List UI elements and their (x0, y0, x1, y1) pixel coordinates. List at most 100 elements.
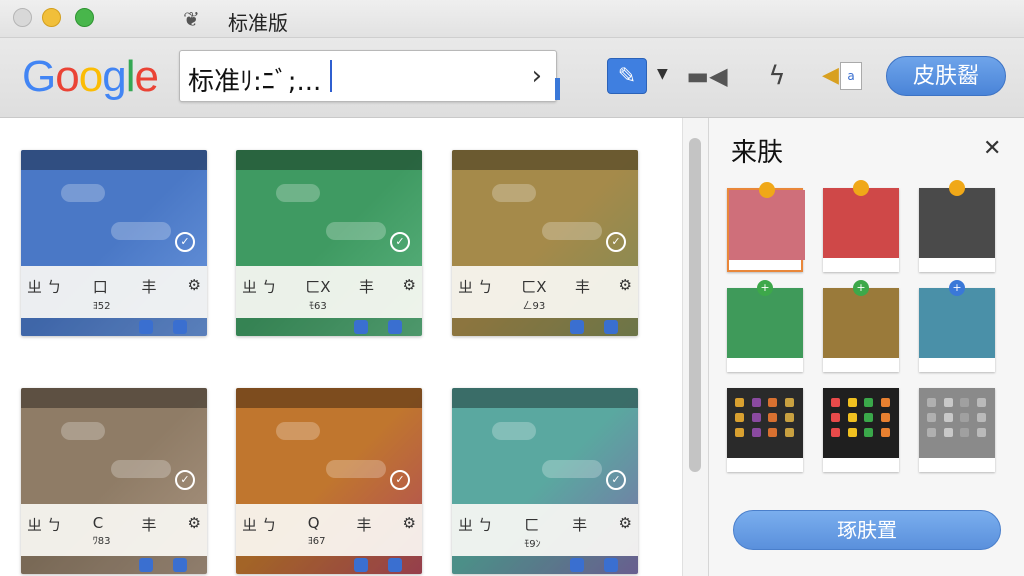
cloud-shape (492, 184, 536, 202)
app-dot (735, 413, 744, 422)
mini-key-icon (570, 320, 584, 334)
key-subtext: ㄥ93 (522, 301, 546, 312)
minimize-window-button[interactable] (42, 8, 61, 27)
camera-icon[interactable]: ▬◀ (686, 58, 728, 94)
mini-key-icon (139, 558, 153, 572)
icon-grid (735, 398, 795, 437)
close-window-button[interactable] (13, 8, 32, 27)
skin-button[interactable]: 皮肤䶛 (886, 56, 1006, 96)
key-glyph: 丰 (356, 516, 372, 534)
key-glyph: 口ﾖ52 (92, 278, 111, 312)
mini-key-icon (388, 320, 402, 334)
key-subtext: ﾖ67 (307, 536, 326, 547)
thumbnail-image (823, 288, 899, 358)
app-dot (735, 428, 744, 437)
status-badge (949, 180, 965, 196)
skin-thumbnail[interactable] (919, 180, 995, 272)
maximize-window-button[interactable] (75, 8, 94, 27)
tile-header (236, 150, 422, 170)
app-dot (784, 428, 794, 437)
title-bar: ❦ 标准版 (0, 0, 1024, 38)
key-subtext: ﾓ9ﾝ (524, 539, 541, 550)
scrollbar-thumb[interactable] (689, 138, 701, 472)
app-dot (751, 398, 761, 407)
app-dot (927, 398, 936, 407)
close-icon[interactable]: ✕ (983, 136, 1001, 161)
mini-key-icon (354, 558, 368, 572)
chevron-down-icon[interactable]: ▼ (657, 66, 668, 82)
keyboard-preview: ㄓ ㄅ C ﾜ83 丰 ⚙ (21, 504, 207, 556)
key-glyph: 丰 (359, 278, 375, 296)
pen-tool-button[interactable]: ✎ (607, 58, 647, 94)
cloud-shape (61, 422, 105, 440)
key-glyph: ㄓ ㄅ (458, 278, 493, 296)
key-glyph: ㄈX ㄥ93 (521, 278, 547, 312)
badge-icon: ✓ (606, 232, 626, 252)
app-dot (976, 398, 986, 407)
skin-tile[interactable]: ✓ ㄓ ㄅ C ﾜ83 丰 ⚙ (21, 388, 207, 574)
tile-header (21, 388, 207, 408)
search-input[interactable]: 标准ﾘ:ﾆﾞ;... › (179, 50, 557, 102)
icon-grid (927, 398, 987, 437)
skin-tile[interactable]: ✓ ㄓ ㄅ 口ﾖ52 丰 ⚙ (21, 150, 207, 336)
app-dot (943, 398, 953, 407)
skin-thumbnail[interactable]: + (823, 280, 899, 372)
chevron-right-icon[interactable]: › (532, 61, 542, 91)
arrow-left-icon: ◀ (822, 63, 839, 88)
app-dot (768, 398, 777, 407)
cloud-shape (542, 222, 602, 240)
skin-thumbnail[interactable] (727, 182, 805, 272)
share-button[interactable]: ◀ a (822, 58, 866, 94)
key-glyph: ㄓ ㄅ (27, 516, 62, 534)
skin-tile[interactable]: ✓ ㄓ ㄅ ㄈﾓ9ﾝ 丰 ⚙ (452, 388, 638, 574)
app-dot (960, 413, 969, 422)
skin-thumbnail[interactable] (919, 388, 995, 472)
key-glyph: 丰 (572, 516, 588, 534)
lightning-icon[interactable]: ϟ (760, 58, 794, 94)
cloud-shape (61, 184, 105, 202)
thumbnail-image (919, 388, 995, 458)
app-dot (864, 413, 873, 422)
key-glyph: ㄈﾓ9ﾝ (524, 516, 541, 550)
key-glyph: ⚙ (618, 276, 632, 294)
document-icon: a (840, 62, 862, 90)
mini-key-icon (173, 320, 187, 334)
apply-skin-button[interactable]: 琢肤置 (733, 510, 1001, 550)
app-dot (847, 428, 857, 437)
skin-thumbnail[interactable]: + (919, 280, 995, 372)
logo-letter: o (78, 52, 104, 101)
app-dot (784, 398, 794, 407)
cloud-shape (111, 222, 171, 240)
key-subtext: ﾖ52 (92, 301, 111, 312)
mini-key-icon (173, 558, 187, 572)
skin-thumbnail[interactable]: + (727, 280, 803, 372)
key-glyph: ㄈX ﾓ63 (305, 278, 331, 312)
icon-grid (831, 398, 891, 437)
skin-tile[interactable]: ✓ ㄓ ㄅ ㄈX ㄥ93 丰 ⚙ (452, 150, 638, 336)
cloud-shape (326, 222, 386, 240)
skin-tile[interactable]: ✓ ㄓ ㄅ ㄈX ﾓ63 丰 ⚙ (236, 150, 422, 336)
tile-header (452, 150, 638, 170)
panel-title: 来肤 (731, 138, 784, 168)
badge-icon: ✓ (606, 470, 626, 490)
status-badge (759, 182, 775, 198)
skin-tile[interactable]: ✓ ㄓ ㄅ Q ﾖ67 丰 ⚙ (236, 388, 422, 574)
tile-header (236, 388, 422, 408)
mini-key-icon (604, 558, 618, 572)
status-badge (853, 180, 869, 196)
skin-thumbnail[interactable] (823, 388, 899, 472)
key-glyph: 丰 (575, 278, 591, 296)
mini-key-icon (354, 320, 368, 334)
app-dot (880, 398, 890, 407)
skin-thumbnail[interactable] (823, 180, 899, 272)
app-dot (960, 428, 969, 437)
keyboard-preview: ㄓ ㄅ ㄈX ㄥ93 丰 ⚙ (452, 266, 638, 318)
app-dot (768, 413, 777, 422)
status-badge: + (949, 280, 965, 296)
status-badge: + (757, 280, 773, 296)
key-glyph: 丰 (141, 516, 157, 534)
cloud-shape (542, 460, 602, 478)
skin-thumbnail[interactable] (727, 388, 803, 472)
app-logo-icon: ❦ (183, 7, 200, 31)
thumbnail-image (823, 388, 899, 458)
